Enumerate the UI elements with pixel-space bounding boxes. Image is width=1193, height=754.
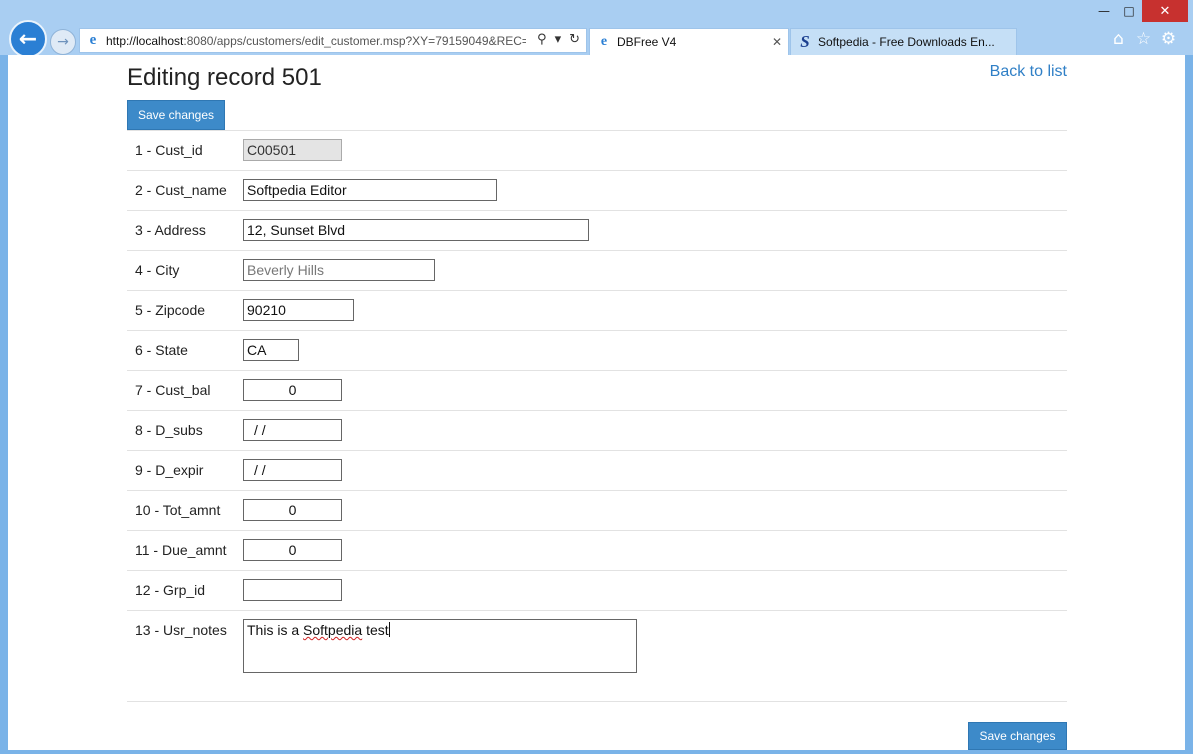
back-to-list-link[interactable]: Back to list — [990, 63, 1067, 81]
save-changes-button[interactable]: Save changes — [127, 100, 225, 130]
address-tools: ⚲ ▾ ↻ — [537, 32, 580, 47]
field-label: 5 - Zipcode — [135, 302, 206, 318]
search-icon[interactable]: ⚲ — [537, 32, 547, 47]
field-row: 13 - Usr_notes This is a Softpedia test — [127, 611, 1067, 702]
field-list: 1 - Cust_id C00501 2 - Cust_name Softped… — [127, 130, 1067, 702]
state-field[interactable]: CA — [243, 339, 299, 361]
d-expir-field[interactable]: / / — [243, 459, 342, 481]
address-bar[interactable]: e http://localhost:8080/apps/customers/e… — [79, 28, 587, 53]
close-tab-icon[interactable]: ✕ — [772, 35, 782, 49]
cust-bal-field[interactable]: 0 — [243, 379, 342, 401]
field-row: 10 - Tot_amnt 0 — [127, 491, 1067, 531]
save-changes-button-bottom[interactable]: Save changes — [968, 722, 1067, 750]
browser-chrome: — □ ✕ ← → e http://localhost:8080/apps/c… — [0, 0, 1193, 58]
home-icon[interactable]: ⌂ — [1106, 29, 1131, 49]
field-label: 4 - City — [135, 262, 180, 278]
field-row: 6 - State CA — [127, 331, 1067, 371]
field-row: 8 - D_subs / / — [127, 411, 1067, 451]
misspelled-word: Softpedia — [303, 622, 363, 638]
ie-logo-icon: e — [89, 32, 97, 48]
address-url[interactable]: http://localhost:8080/apps/customers/edi… — [106, 34, 526, 48]
field-row: 9 - D_expir / / — [127, 451, 1067, 491]
field-label: 9 - D_expir — [135, 462, 204, 478]
field-label: 11 - Due_amnt — [135, 542, 227, 558]
city-field[interactable]: Beverly Hills — [243, 259, 435, 281]
zipcode-field[interactable]: 90210 — [243, 299, 354, 321]
softpedia-tab-icon: S — [800, 32, 810, 51]
maximize-button[interactable]: □ — [1116, 0, 1142, 22]
usr-notes-textarea[interactable]: This is a Softpedia test — [243, 619, 637, 673]
cust-id-field: C00501 — [243, 139, 342, 161]
field-label: 8 - D_subs — [135, 422, 203, 438]
field-row: 12 - Grp_id — [127, 571, 1067, 611]
forward-arrow-icon[interactable]: → — [50, 29, 76, 55]
cust-name-field[interactable]: Softpedia Editor — [243, 179, 497, 201]
field-label: 3 - Address — [135, 222, 206, 238]
dropdown-icon[interactable]: ▾ — [555, 32, 562, 47]
field-label: 7 - Cust_bal — [135, 382, 211, 398]
tab-dbfree[interactable]: e DBFree V4 ✕ — [589, 28, 789, 55]
close-window-button[interactable]: ✕ — [1142, 0, 1188, 22]
field-row: 7 - Cust_bal 0 — [127, 371, 1067, 411]
gear-icon[interactable]: ⚙ — [1156, 29, 1181, 49]
address-field[interactable]: 12, Sunset Blvd — [243, 219, 589, 241]
field-row: 3 - Address 12, Sunset Blvd — [127, 211, 1067, 251]
field-row: 1 - Cust_id C00501 — [127, 131, 1067, 171]
field-label: 13 - Usr_notes — [135, 622, 227, 638]
field-row: 5 - Zipcode 90210 — [127, 291, 1067, 331]
field-label: 10 - Tot_amnt — [135, 502, 221, 518]
field-row: 2 - Cust_name Softpedia Editor — [127, 171, 1067, 211]
refresh-icon[interactable]: ↻ — [569, 32, 580, 47]
due-amnt-field[interactable]: 0 — [243, 539, 342, 561]
field-label: 6 - State — [135, 342, 188, 358]
page-title: Editing record 501 — [127, 64, 322, 91]
grp-id-field[interactable] — [243, 579, 342, 601]
star-icon[interactable]: ☆ — [1131, 29, 1156, 49]
tot-amnt-field[interactable]: 0 — [243, 499, 342, 521]
field-label: 2 - Cust_name — [135, 182, 227, 198]
tab-label: Softpedia - Free Downloads En... — [818, 35, 995, 49]
page-viewport: Editing record 501 Back to list Save cha… — [8, 55, 1185, 750]
tab-softpedia[interactable]: S Softpedia - Free Downloads En... — [790, 28, 1017, 55]
d-subs-field[interactable]: / / — [243, 419, 342, 441]
field-label: 1 - Cust_id — [135, 142, 203, 158]
field-label: 12 - Grp_id — [135, 582, 206, 598]
field-row: 11 - Due_amnt 0 — [127, 531, 1067, 571]
back-arrow-icon[interactable]: ← — [9, 20, 47, 58]
minimize-button[interactable]: — — [1090, 0, 1118, 22]
browser-toolbar: ⌂ ☆ ⚙ — [1106, 29, 1181, 49]
ie-tab-icon: e — [600, 34, 608, 49]
tab-label: DBFree V4 — [617, 35, 677, 49]
field-row: 4 - City Beverly Hills — [127, 251, 1067, 291]
text-caret — [388, 622, 390, 637]
